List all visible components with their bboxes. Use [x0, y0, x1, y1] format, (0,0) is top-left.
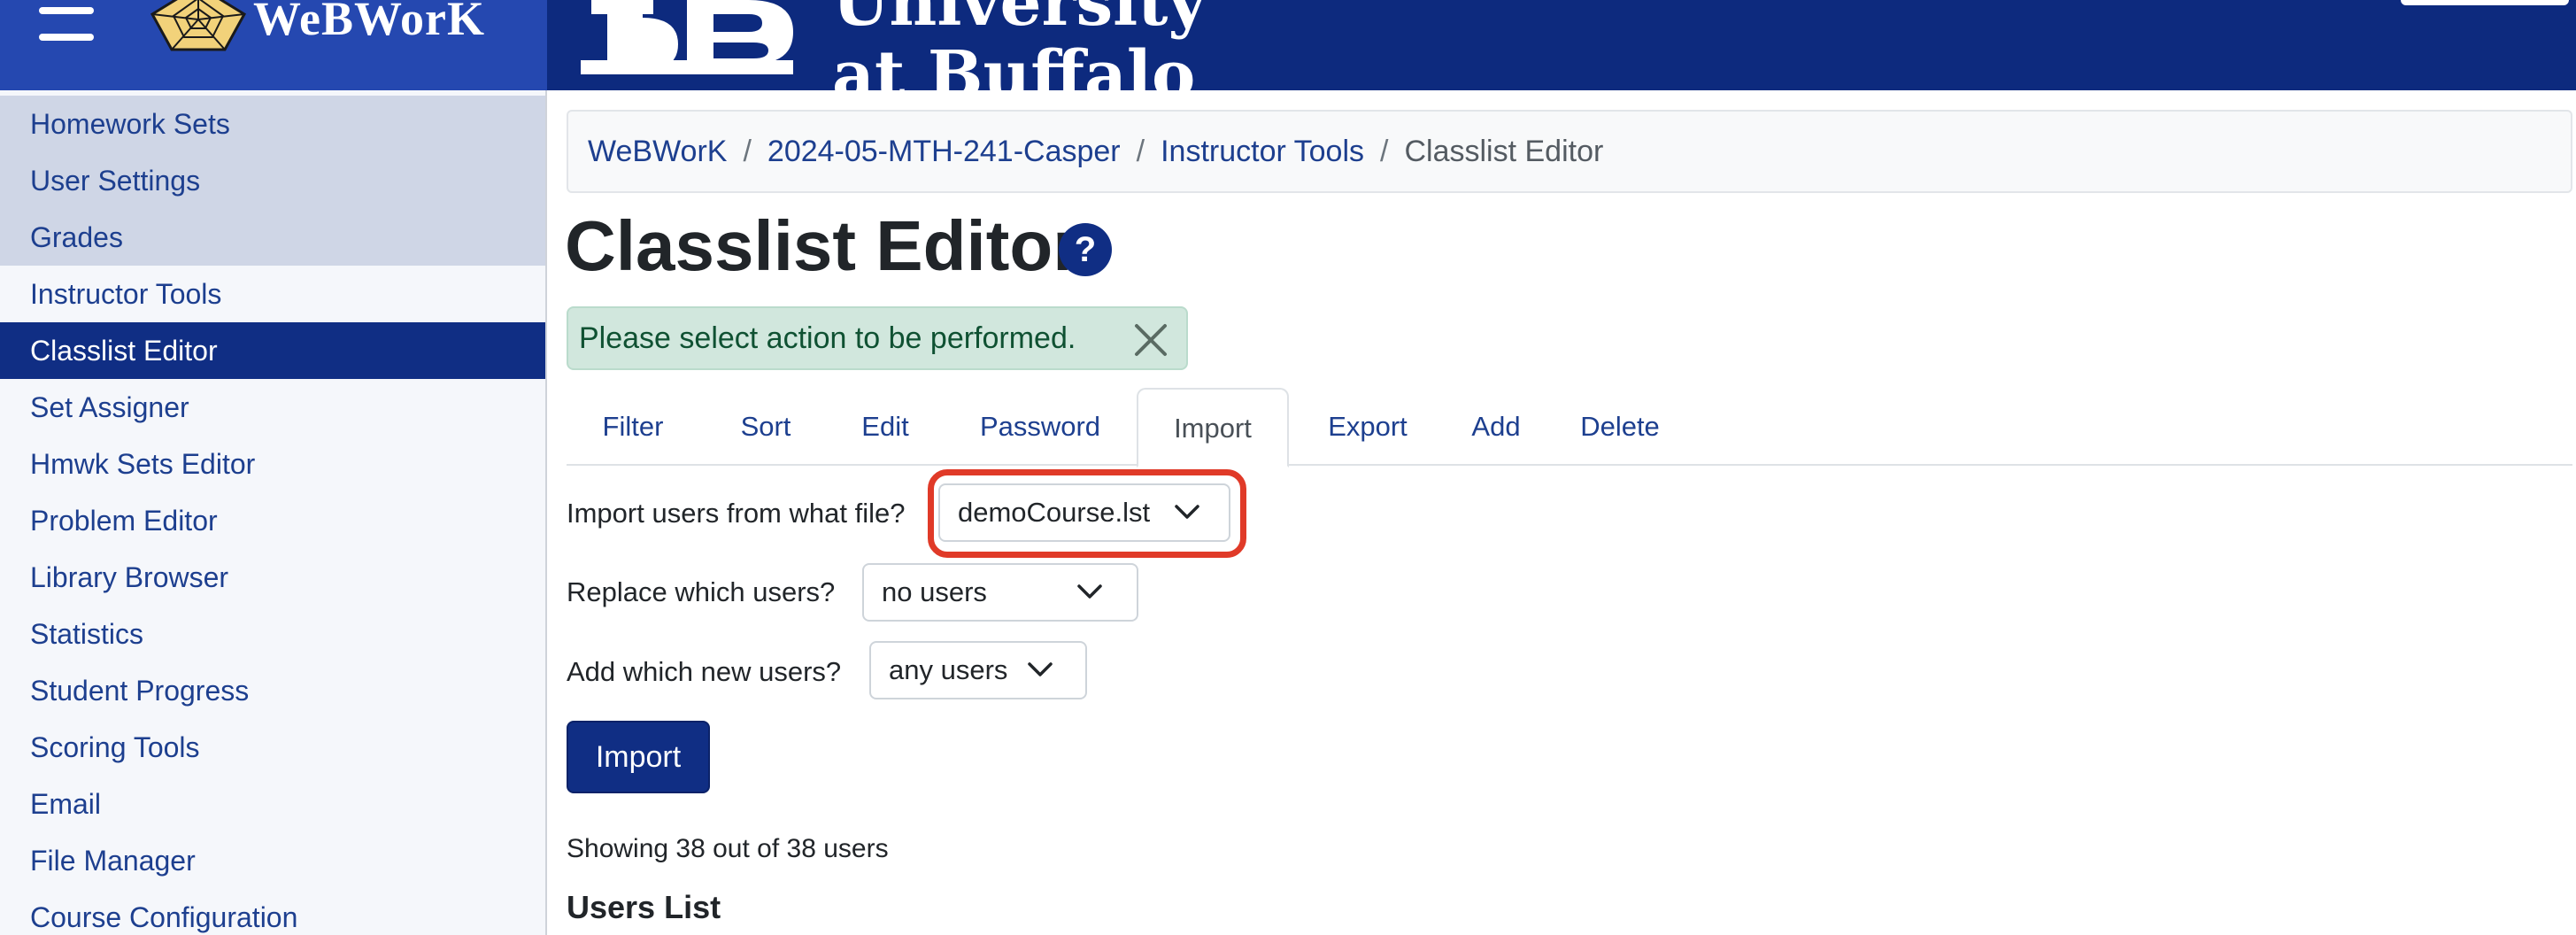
close-icon[interactable] [1131, 321, 1170, 359]
users-list-heading: Users List [567, 889, 721, 925]
tab-delete[interactable]: Delete [1549, 388, 1691, 466]
help-icon[interactable]: ? [1059, 223, 1112, 276]
breadcrumb-separator: / [1136, 135, 1145, 168]
sidebar-item-set-assigner[interactable]: Set Assigner [0, 379, 545, 436]
showing-users-count: Showing 38 out of 38 users [567, 834, 889, 863]
webwork-logo-text: WeBWorK [253, 0, 485, 45]
tab-import[interactable]: Import [1137, 388, 1289, 468]
university-line-1: University [832, 0, 1207, 41]
webwork-logo[interactable]: WeBWorK [145, 0, 535, 62]
site-header: WeBWorK University at Buffalo [0, 0, 2576, 108]
sidebar-nav: Homework Sets User Settings Grades Instr… [0, 90, 547, 935]
hamburger-menu-icon[interactable] [39, 7, 94, 41]
tab-export[interactable]: Export [1292, 388, 1443, 466]
ub-logo-icon [581, 0, 793, 74]
breadcrumb-link-webwork[interactable]: WeBWorK [588, 135, 727, 168]
tab-edit[interactable]: Edit [832, 388, 938, 466]
sidebar-item-scoring-tools[interactable]: Scoring Tools [0, 719, 545, 776]
tab-password[interactable]: Password [947, 388, 1133, 466]
tab-sort[interactable]: Sort [699, 388, 832, 466]
sidebar-item-library-browser[interactable]: Library Browser [0, 549, 545, 606]
sidebar-item-file-manager[interactable]: File Manager [0, 832, 545, 889]
action-tabs: Filter Sort Edit Password Import Export … [567, 388, 2572, 468]
import-file-label: Import users from what file? [567, 498, 906, 529]
sidebar-item-course-configuration[interactable]: Course Configuration [0, 889, 545, 935]
breadcrumb-current: Classlist Editor [1404, 135, 1604, 168]
university-name: University at Buffalo [832, 0, 1206, 113]
page-title: Classlist Editor [565, 206, 1081, 285]
add-users-select[interactable]: any users [869, 641, 1087, 699]
sidebar-item-homework-sets[interactable]: Homework Sets [0, 96, 545, 152]
status-alert: Please select action to be performed. [567, 306, 1188, 370]
breadcrumb-separator: / [743, 135, 752, 168]
sidebar-item-grades[interactable]: Grades [0, 209, 545, 266]
header-user-button[interactable] [2401, 0, 2569, 5]
replace-users-select[interactable]: no users [862, 563, 1138, 622]
replace-users-value: no users [882, 576, 987, 607]
breadcrumb-link-instructor-tools[interactable]: Instructor Tools [1161, 135, 1364, 168]
header-left-panel: WeBWorK [0, 0, 547, 90]
breadcrumb-separator: / [1380, 135, 1389, 168]
import-button[interactable]: Import [567, 721, 710, 793]
sidebar-item-email[interactable]: Email [0, 776, 545, 832]
university-line-2: at Buffalo [832, 37, 1196, 113]
sidebar-item-problem-editor[interactable]: Problem Editor [0, 492, 545, 549]
sidebar-item-classlist-editor[interactable]: Classlist Editor [0, 322, 545, 379]
breadcrumb-link-course[interactable]: 2024-05-MTH-241-Casper [767, 135, 1121, 168]
sidebar-item-instructor-tools[interactable]: Instructor Tools [0, 266, 545, 322]
sidebar-item-statistics[interactable]: Statistics [0, 606, 545, 662]
sidebar-item-hmwk-sets-editor[interactable]: Hmwk Sets Editor [0, 436, 545, 492]
add-users-label: Add which new users? [567, 656, 842, 687]
add-users-value: any users [889, 654, 1008, 685]
chevron-down-icon [1077, 584, 1102, 599]
chevron-down-icon [1028, 662, 1053, 676]
tab-filter[interactable]: Filter [567, 388, 699, 466]
sidebar-item-student-progress[interactable]: Student Progress [0, 662, 545, 719]
tab-add[interactable]: Add [1443, 388, 1549, 466]
replace-users-label: Replace which users? [567, 576, 836, 607]
highlight-box [928, 469, 1246, 558]
alert-message: Please select action to be performed. [579, 321, 1076, 355]
breadcrumb: WeBWorK / 2024-05-MTH-241-Casper / Instructo… [567, 110, 2572, 193]
sidebar-item-user-settings[interactable]: User Settings [0, 152, 545, 209]
spiderweb-icon [150, 0, 247, 51]
